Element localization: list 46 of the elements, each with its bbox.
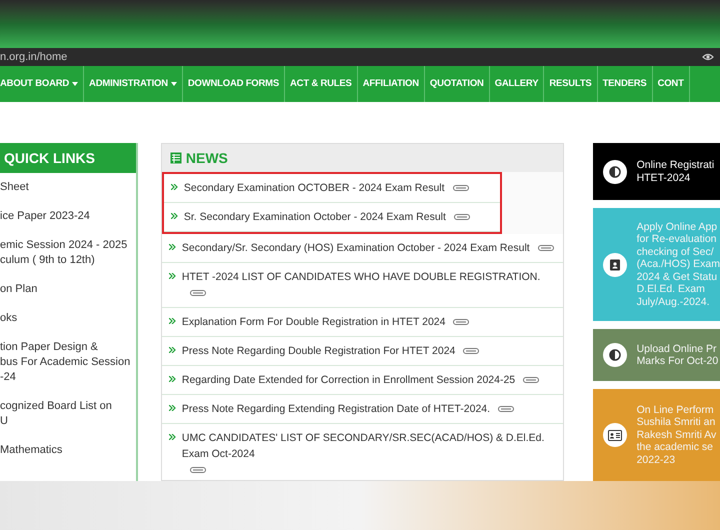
quick-link[interactable]: oks	[0, 304, 136, 333]
new-badge-icon	[523, 376, 540, 383]
news-link[interactable]: HTET -2024 LIST OF CANDIDATES WHO HAVE DOUBLE REGISTRATION.	[182, 269, 540, 285]
url-text: n.org.in/home	[0, 52, 68, 62]
contact-book-icon	[608, 258, 621, 270]
notice-card[interactable]: Online Registrati HTET-2024	[592, 143, 720, 200]
panel-title: NEWS	[186, 151, 228, 165]
news-link[interactable]: Sr. Secondary Examination October - 2024 Exam Result	[184, 209, 446, 225]
chevron-icon	[170, 213, 178, 219]
quick-link[interactable]: ice Paper 2023-24	[0, 202, 136, 231]
chevron-icon	[168, 434, 176, 440]
new-badge-icon	[538, 244, 554, 251]
chevron-icon	[168, 376, 176, 382]
new-badge-icon	[190, 290, 206, 296]
chevron-icon	[170, 184, 178, 190]
new-badge-icon	[463, 348, 480, 354]
newspaper-icon	[170, 152, 182, 164]
chevron-icon	[168, 318, 176, 324]
news-link[interactable]: Secondary Examination OCTOBER - 2024 Exam Result	[184, 180, 445, 196]
quick-link[interactable]: cognized Board List on U	[0, 392, 136, 436]
news-link[interactable]: UMC CANDIDATES' LIST OF SECONDARY/SR.SEC(ACAD/HOS) & D.El.Ed. Exam Oct-2024	[182, 430, 556, 462]
quick-link[interactable]: emic Session 2024 - 2025 culum ( 9th to 12th)	[0, 231, 136, 275]
half-circle-icon	[608, 166, 621, 178]
chevron-icon	[168, 244, 176, 250]
new-badge-icon	[452, 184, 469, 191]
notice-card[interactable]: Upload Online Pr Marks For Oct-20	[592, 329, 720, 381]
panel-title: QUICK LINKS	[0, 143, 136, 173]
quick-link[interactable]: Mathematics	[0, 436, 136, 465]
id-card-icon	[608, 430, 622, 440]
eye-icon[interactable]	[702, 52, 714, 62]
chevron-icon	[168, 405, 176, 411]
new-badge-icon	[190, 466, 206, 473]
new-badge-icon	[453, 318, 470, 325]
half-circle-icon	[608, 349, 621, 361]
chevron-icon	[168, 273, 176, 279]
new-badge-icon	[498, 406, 514, 412]
quick-link[interactable]: Sheet	[0, 173, 136, 202]
news-link[interactable]: Press Note Regarding Extending Registration Date of HTET-2024.	[182, 401, 490, 417]
quick-link[interactable]: on Plan	[0, 275, 136, 304]
news-link[interactable]: Secondary/Sr. Secondary (HOS) Examination October - 2024 Exam Result	[182, 240, 530, 256]
new-badge-icon	[454, 214, 470, 220]
quick-link[interactable]: tion Paper Design & bus For Academic Session -24	[0, 333, 136, 392]
news-link[interactable]: Regarding Date Extended for Correction in Enrollment Session 2024-25	[182, 372, 516, 388]
chevron-icon	[168, 347, 176, 353]
news-link[interactable]: Explanation Form For Double Registration in HTET 2024	[182, 314, 446, 330]
news-link[interactable]: Press Note Regarding Double Registration For HTET 2024	[182, 343, 456, 359]
